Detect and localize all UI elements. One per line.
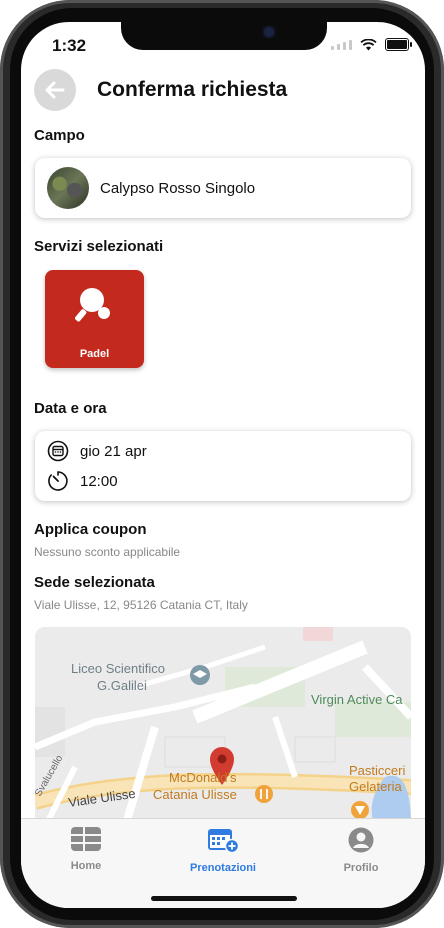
field-card[interactable]: Calypso Rosso Singolo: [35, 158, 411, 218]
status-time: 1:32: [52, 36, 87, 55]
tab-prenotazioni[interactable]: Prenotazioni: [173, 827, 273, 874]
map-label-liceo-2: G.Galilei: [97, 678, 147, 693]
date-row: gio 21 apr: [47, 440, 147, 462]
timer-icon: [48, 471, 68, 491]
servizi-label: Servizi selezionati: [34, 238, 164, 255]
header: [34, 68, 76, 112]
map-label-virgin: Virgin Active Ca: [311, 692, 403, 707]
grid-icon: [71, 827, 101, 851]
school-marker-icon: [190, 665, 210, 685]
user-icon: [348, 827, 374, 853]
map-label-gelateria: Gelateria: [349, 779, 403, 794]
map-label-pasticceria: Pasticceri: [349, 763, 405, 778]
front-camera: [264, 27, 274, 37]
location-map[interactable]: Liceo Scientifico G.Galilei Virgin Activ…: [35, 627, 411, 827]
campo-label: Campo: [34, 127, 85, 144]
notch: [121, 22, 327, 50]
tab-profilo[interactable]: Profilo: [311, 827, 411, 874]
calendar-icon: [47, 440, 69, 462]
tab-home[interactable]: Home: [36, 827, 136, 872]
datetime-card[interactable]: gio 21 apr 12:00: [35, 431, 411, 501]
back-button[interactable]: [34, 69, 76, 111]
sede-label: Sede selezionata: [34, 574, 155, 591]
service-tile-padel[interactable]: Padel: [45, 270, 144, 368]
date-value: gio 21 apr: [80, 442, 147, 460]
map-label-liceo-1: Liceo Scientifico: [71, 661, 165, 676]
service-label: Padel: [79, 348, 110, 360]
tab-profilo-label: Profilo: [343, 862, 379, 874]
racket-icon: [75, 288, 110, 322]
tab-prenotazioni-label: Prenotazioni: [189, 862, 256, 874]
tab-bar: Home Prenotazioni Profilo: [21, 818, 425, 908]
field-thumbnail: [47, 167, 89, 209]
tab-home-label: Home: [70, 860, 102, 872]
time-value: 12:00: [80, 472, 118, 490]
battery-icon: [385, 38, 412, 51]
field-name: Calypso Rosso Singolo: [100, 179, 256, 197]
wifi-icon: [360, 38, 377, 50]
cafe-marker-icon: [351, 801, 369, 819]
home-indicator: [151, 896, 297, 901]
signal-icon: [331, 39, 352, 50]
map-label-mcd-1: McDonald's: [169, 770, 237, 785]
arrow-left-icon: [45, 81, 65, 99]
coupon-label: Applica coupon: [34, 521, 147, 538]
coupon-message: Nessuno sconto applicabile: [34, 545, 181, 559]
time-row: 12:00: [47, 470, 118, 492]
map-canvas: Liceo Scientifico G.Galilei Virgin Activ…: [35, 627, 411, 827]
status-icons: [331, 38, 412, 51]
data-ora-label: Data e ora: [34, 400, 107, 417]
page-title: Conferma richiesta: [97, 78, 288, 101]
sede-address: Viale Ulisse, 12, 95126 Catania CT, Ital…: [34, 598, 248, 612]
app-screen: 1:32 Conferma richiesta Campo Calypso Ro…: [21, 22, 425, 908]
map-label-mcd-2: Catania Ulisse: [153, 787, 237, 802]
calendar-add-icon: [208, 829, 240, 854]
restaurant-marker-icon: [255, 785, 273, 803]
